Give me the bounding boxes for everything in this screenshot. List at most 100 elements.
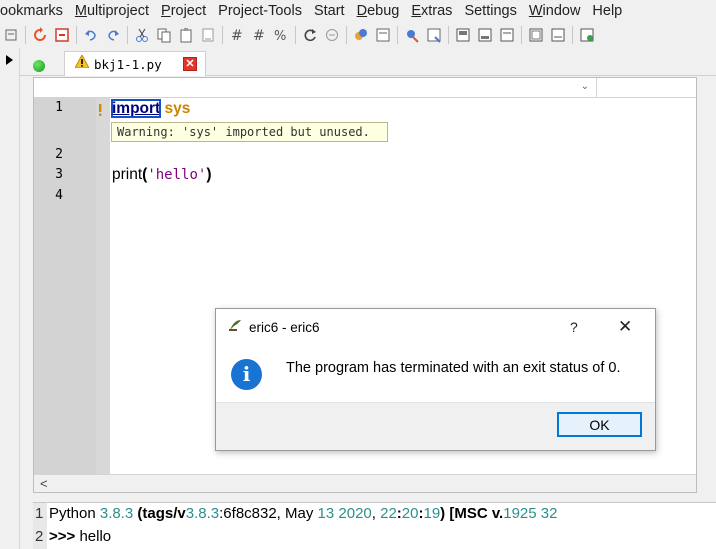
- menu-start[interactable]: Start: [308, 3, 351, 19]
- module-name: sys: [164, 100, 191, 117]
- tab-label: bkj1-1.py: [94, 56, 162, 72]
- comment-icon[interactable]: %: [270, 24, 292, 46]
- menu-bookmarks[interactable]: ookmarks: [0, 3, 69, 19]
- shell-prompt: >>>: [49, 528, 76, 545]
- svg-text:#: #: [253, 28, 265, 43]
- shell-text: Python: [49, 505, 100, 522]
- paste-icon[interactable]: [175, 24, 197, 46]
- run-project-icon[interactable]: [372, 24, 394, 46]
- menu-window[interactable]: Window: [523, 3, 587, 19]
- marker-margin: [96, 98, 110, 474]
- close-paren: ): [206, 166, 212, 183]
- line-number-gutter: 1 2 3 4: [34, 98, 96, 474]
- close-icon[interactable]: ✕: [618, 317, 632, 337]
- coverage-icon[interactable]: [474, 24, 496, 46]
- menu-multiproject[interactable]: Multiproject: [69, 3, 155, 19]
- exit-status-dialog: eric6 - eric6 ? ✕ i The program has term…: [215, 308, 656, 451]
- horizontal-scrollbar[interactable]: <: [34, 474, 696, 492]
- line-number: 1: [55, 100, 63, 115]
- editor-navigation-bar: ⌄: [34, 78, 696, 98]
- toolbar-separator: [346, 26, 347, 44]
- shell-text: (tags/v: [133, 505, 186, 522]
- toolbar-separator: [222, 26, 223, 44]
- refresh-icon[interactable]: [299, 24, 321, 46]
- toolbar-separator: [521, 26, 522, 44]
- line-number: 4: [55, 188, 63, 203]
- eric-app-icon: [228, 318, 242, 337]
- close-file-icon[interactable]: [51, 24, 73, 46]
- shell-line-2: 2 >>> hello: [35, 528, 111, 545]
- tab-bkj1-1[interactable]: bkj1-1.py ✕: [64, 51, 206, 76]
- dialog-body: i The program has terminated with an exi…: [216, 345, 655, 401]
- undo-icon[interactable]: [80, 24, 102, 46]
- shell-output: hello: [79, 528, 112, 545]
- menu-help[interactable]: Help: [586, 3, 628, 19]
- code-line-1: import sys: [110, 99, 191, 118]
- toolbar-separator: [397, 26, 398, 44]
- line-number: 2: [55, 147, 63, 162]
- shell-number: 32: [540, 505, 558, 522]
- shell-text: ,: [371, 505, 381, 522]
- class-combo[interactable]: ⌄: [34, 78, 597, 97]
- shell-text: :6f8c832, May: [219, 505, 318, 522]
- unindent-icon[interactable]: #: [248, 24, 270, 46]
- info-icon: i: [231, 359, 262, 390]
- expand-arrow-icon[interactable]: [6, 55, 13, 65]
- profile-icon[interactable]: [452, 24, 474, 46]
- dialog-title: eric6 - eric6: [249, 319, 320, 335]
- reload-icon[interactable]: [29, 24, 51, 46]
- redo-icon[interactable]: [102, 24, 124, 46]
- menu-project[interactable]: Project: [155, 3, 212, 19]
- code-line-3: print('hello'): [112, 166, 212, 184]
- shell-number: 1925: [503, 505, 537, 522]
- toolbar-separator: [572, 26, 573, 44]
- svg-text:%: %: [274, 29, 286, 43]
- chevron-down-icon: ⌄: [580, 81, 589, 92]
- toolbar: # # %: [0, 22, 716, 48]
- dialog-button-bar: OK: [216, 402, 655, 450]
- dialog-message: The program has terminated with an exit …: [286, 360, 621, 376]
- line-number: 3: [55, 167, 63, 182]
- dialog-titlebar: eric6 - eric6 ? ✕: [216, 309, 655, 345]
- toolbar-separator: [76, 26, 77, 44]
- function-print: print: [112, 166, 143, 183]
- debug-script-icon[interactable]: [401, 24, 423, 46]
- shell-number: 2020: [338, 505, 372, 522]
- keyword-import: import: [110, 99, 162, 118]
- shell-text: ) [MSC v.: [440, 505, 504, 522]
- menu-project-tools[interactable]: Project-Tools: [212, 3, 308, 19]
- eric6-ide-window: ookmarks Multiproject Project Project-To…: [0, 0, 716, 549]
- toolbar-separator: [127, 26, 128, 44]
- editor-tabbar: bkj1-1.py ✕: [20, 48, 716, 76]
- run-script-icon[interactable]: [350, 24, 372, 46]
- clear-icon[interactable]: [197, 24, 219, 46]
- debug-project-icon[interactable]: [423, 24, 445, 46]
- unittest-icon[interactable]: [547, 24, 569, 46]
- copy-icon[interactable]: [153, 24, 175, 46]
- scroll-left-icon[interactable]: <: [40, 476, 48, 491]
- cut-icon[interactable]: [131, 24, 153, 46]
- multiproject-icon[interactable]: [576, 24, 598, 46]
- ok-button[interactable]: OK: [557, 412, 642, 437]
- python-shell[interactable]: 1 Python 3.8.3 (tags/v3.8.3:6f8c832, May …: [33, 502, 716, 549]
- properties-icon[interactable]: [0, 24, 22, 46]
- shell-line-1: 1 Python 3.8.3 (tags/v3.8.3:6f8c832, May …: [35, 505, 557, 522]
- toolbar-separator: [448, 26, 449, 44]
- indent-icon[interactable]: #: [226, 24, 248, 46]
- menubar: ookmarks Multiproject Project Project-To…: [0, 0, 716, 22]
- close-tab-icon[interactable]: ✕: [183, 57, 197, 71]
- shell-number: 20: [401, 505, 419, 522]
- menu-debug[interactable]: Debug: [351, 3, 406, 19]
- profile-project-icon[interactable]: [525, 24, 547, 46]
- menu-settings[interactable]: Settings: [458, 3, 522, 19]
- shell-number: 19: [423, 505, 441, 522]
- warning-annotation: Warning: 'sys' imported but unused.: [111, 122, 388, 142]
- shell-line-number: 2: [35, 528, 44, 545]
- coverage-project-icon[interactable]: [496, 24, 518, 46]
- left-dock-strip: [0, 48, 20, 549]
- stop-icon[interactable]: [321, 24, 343, 46]
- help-icon[interactable]: ?: [570, 319, 578, 335]
- menu-extras[interactable]: Extras: [405, 3, 458, 19]
- file-status-icon: [33, 60, 45, 72]
- warning-marker-icon[interactable]: [96, 104, 104, 116]
